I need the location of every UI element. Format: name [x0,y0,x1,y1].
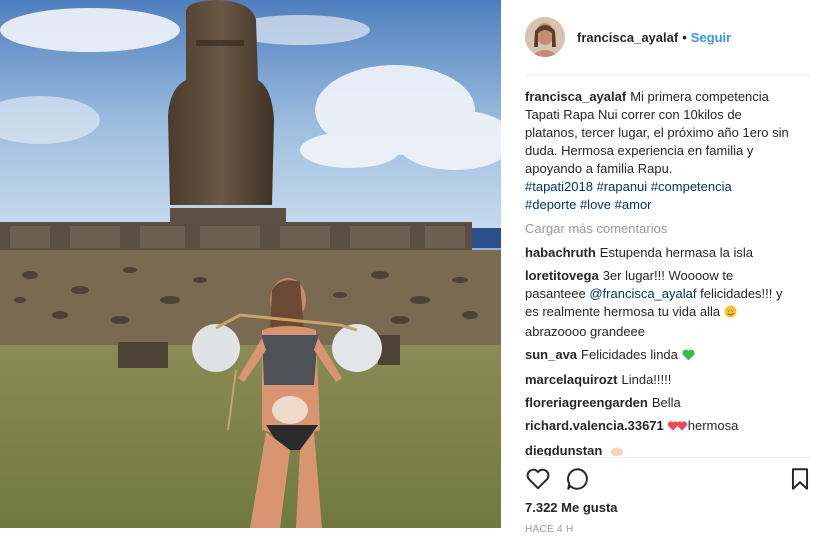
comment-username[interactable]: floreriagreengarden [525,395,648,410]
post-sidebar: francisca_ayalaf • Seguir francisca_ayal… [501,0,819,542]
comment-icon[interactable] [565,466,591,492]
header-divider [525,75,811,76]
likes-number: 7.322 [525,500,558,515]
hashtag-link[interactable]: #tapati2018 [525,179,593,194]
action-bar [525,466,813,492]
header-username[interactable]: francisca_ayalaf [577,30,678,45]
comment-text: Linda!!!!! [621,372,672,387]
comments-section: francisca_ayalaf Mi primera competencia T… [525,88,797,456]
green-heart-emoji-icon [681,348,695,366]
hashtag-link[interactable]: #love [580,197,611,212]
likes-count[interactable]: 7.322 Me gusta [525,500,618,515]
post-header: francisca_ayalaf • Seguir [525,17,731,57]
comment-item: habachruth Estupenda hermasa la isla [525,244,797,262]
comment-username[interactable]: richard.valencia.33671 [525,418,664,433]
photo-illustration [0,0,501,528]
two-hearts-emoji-icon [667,419,688,437]
hashtag-link[interactable]: #competencia [651,179,732,194]
comment-username[interactable]: sun_ava [525,347,577,362]
heart-icon[interactable] [525,466,551,492]
likes-label: Me gusta [561,500,618,515]
post-caption: francisca_ayalaf Mi primera competencia T… [525,88,797,214]
bookmark-icon[interactable] [787,466,813,492]
comment-username[interactable]: diegdunstan [525,443,602,456]
post-photo[interactable] [0,0,501,528]
load-more-comments-link[interactable]: Cargar más comentarios [525,220,797,238]
comment-text: Felicidades linda [581,347,678,362]
avatar[interactable] [525,17,565,57]
separator-dot: • [682,29,687,45]
comment-item: floreriagreengarden Bella [525,394,797,412]
hashtag-link[interactable]: #rapanui [597,179,648,194]
comment-item: diegdunstan [525,442,797,456]
actions-divider [525,457,811,458]
mention-link[interactable]: @francisca_ayalaf [589,286,696,301]
comment-text: hermosa [687,418,739,433]
comment-item: marcelaquirozt Linda!!!!! [525,371,797,389]
comment-item: richard.valencia.33671 hermosa [525,417,797,437]
comment-text: Bella [651,395,681,410]
hashtag-link[interactable]: #amor [615,197,652,212]
heart-eyes-emoji-icon [724,305,737,323]
comment-username[interactable]: loretitovega [525,268,599,283]
comment-text: abrazoooo grandeee [525,324,645,339]
comment-text: Estupenda hermasa la isla [599,245,753,260]
comment-item: loretitovega 3er lugar!!! Woooow te pasan… [525,267,797,341]
hashtag-link[interactable]: #deporte [525,197,576,212]
post-timestamp: HACE 4 H [525,524,574,535]
follow-button[interactable]: Seguir [691,30,731,45]
clapping-hands-emoji-icon [610,444,624,456]
comment-username[interactable]: habachruth [525,245,596,260]
avatar-image [525,17,565,57]
comment-username[interactable]: marcelaquirozt [525,372,617,387]
comment-item: sun_ava Felicidades linda [525,346,797,366]
caption-username[interactable]: francisca_ayalaf [525,89,626,104]
